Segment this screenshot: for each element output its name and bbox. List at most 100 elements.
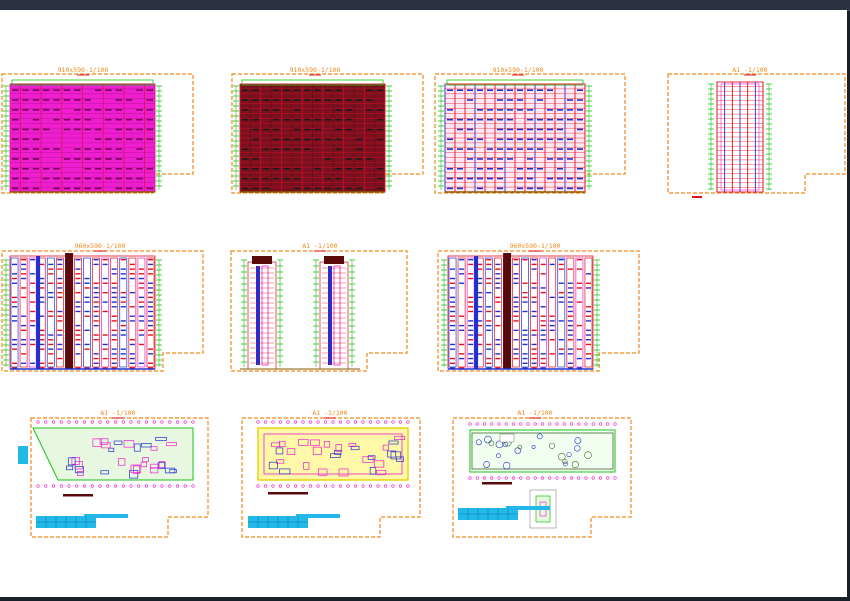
svg-text:·: ·: [237, 302, 239, 305]
svg-text:·: ·: [437, 345, 439, 348]
svg-text:·: ·: [0, 156, 1, 159]
svg-text:·: ·: [437, 335, 439, 338]
svg-text:·: ·: [0, 360, 1, 363]
svg-text:·: ·: [309, 320, 311, 323]
sheet-scale-label: A1 -1/100: [732, 66, 767, 74]
svg-text:·: ·: [704, 94, 706, 97]
svg-text:·: ·: [229, 186, 231, 189]
svg-text:·: ·: [704, 99, 706, 102]
svg-text:·: ·: [0, 166, 1, 169]
svg-text:·: ·: [437, 305, 439, 308]
svg-text:·: ·: [434, 166, 436, 169]
svg-text:·: ·: [0, 181, 1, 184]
svg-text:·: ·: [229, 181, 231, 184]
svg-text:·: ·: [437, 330, 439, 333]
svg-text:·: ·: [437, 265, 439, 268]
svg-text:·: ·: [0, 151, 1, 154]
svg-text:·: ·: [309, 302, 311, 305]
svg-text:·: ·: [0, 295, 1, 298]
sheet-scale-label: 910x590-1/100: [58, 66, 109, 74]
svg-text:·: ·: [434, 146, 436, 149]
svg-text:·: ·: [0, 186, 1, 189]
svg-text:·: ·: [704, 154, 706, 157]
svg-text:·: ·: [229, 101, 231, 104]
svg-text:·: ·: [0, 146, 1, 149]
svg-text:·: ·: [309, 266, 311, 269]
svg-text:·: ·: [437, 280, 439, 283]
svg-text:·: ·: [229, 111, 231, 114]
svg-text:·: ·: [229, 96, 231, 99]
svg-text:·: ·: [229, 106, 231, 109]
svg-text:·: ·: [437, 315, 439, 318]
svg-text:·: ·: [437, 300, 439, 303]
svg-text:·: ·: [229, 121, 231, 124]
svg-text:·: ·: [229, 116, 231, 119]
svg-text:·: ·: [437, 360, 439, 363]
svg-text:·: ·: [229, 91, 231, 94]
svg-text:·: ·: [434, 91, 436, 94]
svg-text:·: ·: [237, 326, 239, 329]
svg-text:·: ·: [0, 161, 1, 164]
svg-text:·: ·: [434, 101, 436, 104]
svg-text:·: ·: [309, 338, 311, 341]
svg-text:·: ·: [434, 171, 436, 174]
svg-text:·: ·: [0, 335, 1, 338]
svg-text:·: ·: [434, 186, 436, 189]
sheet-scale-label: A1 -1/100: [100, 409, 135, 417]
svg-text:·: ·: [0, 310, 1, 313]
svg-text:·: ·: [309, 350, 311, 353]
svg-text:·: ·: [434, 161, 436, 164]
svg-text:·: ·: [0, 136, 1, 139]
svg-text:·: ·: [0, 300, 1, 303]
svg-text:·: ·: [434, 176, 436, 179]
svg-text:·: ·: [229, 151, 231, 154]
svg-text:·: ·: [309, 308, 311, 311]
svg-text:·: ·: [0, 325, 1, 328]
svg-text:·: ·: [309, 356, 311, 359]
svg-text:·: ·: [0, 126, 1, 129]
svg-text:·: ·: [237, 278, 239, 281]
sheet-scale-label: A1 -1/100: [517, 409, 552, 417]
svg-text:·: ·: [0, 101, 1, 104]
svg-text:·: ·: [0, 365, 1, 368]
svg-text:·: ·: [0, 345, 1, 348]
svg-text:·: ·: [704, 159, 706, 162]
svg-text:·: ·: [704, 134, 706, 137]
svg-text:·: ·: [237, 344, 239, 347]
svg-text:·: ·: [704, 169, 706, 172]
sheet-scale-label: 960x590-1/100: [75, 242, 126, 250]
svg-text:·: ·: [229, 156, 231, 159]
svg-text:·: ·: [437, 310, 439, 313]
svg-text:·: ·: [309, 314, 311, 317]
svg-text:·: ·: [229, 131, 231, 134]
svg-text:·: ·: [704, 144, 706, 147]
svg-text:·: ·: [704, 149, 706, 152]
svg-text:·: ·: [0, 330, 1, 333]
svg-text:·: ·: [237, 338, 239, 341]
drawing-canvas[interactable]: 910x590-1/100 · · · · · · · · · · · · · · · · · · · · · · · · · · ·…: [0, 10, 847, 597]
svg-text:·: ·: [237, 260, 239, 263]
svg-text:·: ·: [237, 356, 239, 359]
svg-text:·: ·: [0, 106, 1, 109]
svg-text:·: ·: [229, 136, 231, 139]
sheet-scale-label: A1 -1/100: [312, 409, 347, 417]
svg-text:·: ·: [437, 355, 439, 358]
svg-text:·: ·: [704, 139, 706, 142]
svg-text:·: ·: [0, 96, 1, 99]
svg-text:·: ·: [229, 146, 231, 149]
svg-text:·: ·: [434, 151, 436, 154]
svg-text:·: ·: [309, 272, 311, 275]
svg-text:·: ·: [0, 305, 1, 308]
svg-text:·: ·: [704, 164, 706, 167]
svg-text:·: ·: [434, 106, 436, 109]
svg-text:·: ·: [0, 86, 1, 89]
svg-text:·: ·: [309, 344, 311, 347]
svg-text:·: ·: [704, 109, 706, 112]
drawing-viewport[interactable]: 910x590-1/100 · · · · · · · · · · · · · · · · · · · · · · · · · · ·…: [0, 10, 847, 597]
svg-text:·: ·: [237, 284, 239, 287]
svg-text:·: ·: [0, 340, 1, 343]
svg-text:·: ·: [704, 179, 706, 182]
svg-text:·: ·: [437, 340, 439, 343]
svg-text:·: ·: [229, 176, 231, 179]
svg-text:·: ·: [437, 285, 439, 288]
